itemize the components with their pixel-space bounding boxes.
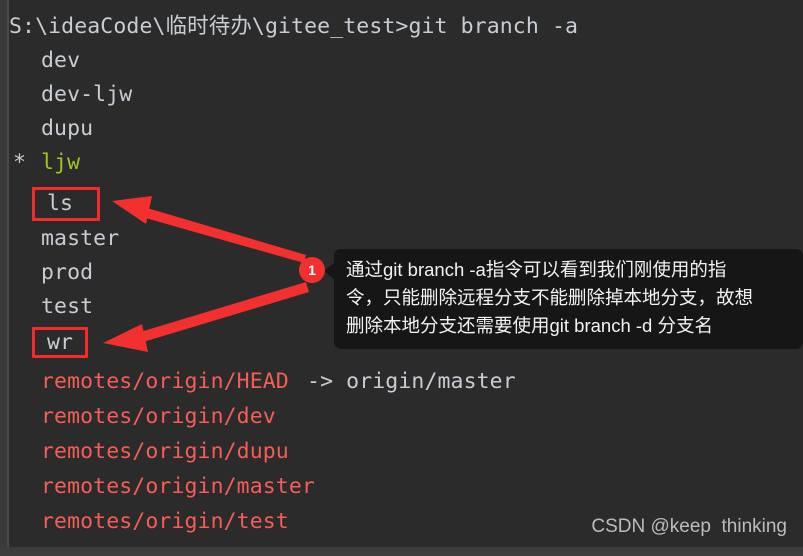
branch-name-master[interactable]: master <box>41 222 119 256</box>
window-left-gutter <box>0 0 7 556</box>
branch-name-dupu[interactable]: dupu <box>41 112 93 146</box>
remote-branch-test[interactable]: remotes/origin/test <box>41 505 289 539</box>
current-branch-marker: * <box>13 150 27 175</box>
arrow-to-wr <box>103 282 309 352</box>
tooltip-line-2: 令，只能删除远程分支不能删除掉本地分支，故想 <box>346 287 754 308</box>
highlight-box-ls <box>32 187 100 221</box>
terminal-window: S:\ideaCode\临时待办\gitee_test>git branch -… <box>0 0 803 556</box>
remote-branch-head[interactable]: remotes/origin/HEAD <box>41 365 289 399</box>
watermark: CSDN @keep thinking <box>591 516 787 537</box>
tooltip-line-1: 通过git branch -a指令可以看到我们刚使用的指 <box>346 259 727 280</box>
branch-name-dev-ljw[interactable]: dev-ljw <box>41 78 132 112</box>
remote-head-target: -> origin/master <box>294 369 516 394</box>
window-left-border <box>7 0 9 556</box>
remote-branch-master[interactable]: remotes/origin/master <box>41 470 315 504</box>
annotation-tooltip: 通过git branch -a指令可以看到我们刚使用的指 令，只能删除远程分支不… <box>334 249 803 349</box>
remote-branch-dupu[interactable]: remotes/origin/dupu <box>41 435 289 469</box>
window-bottom-bar <box>0 547 803 556</box>
branch-name-ljw[interactable]: ljw <box>41 146 80 180</box>
remote-branch-dev[interactable]: remotes/origin/dev <box>41 400 276 434</box>
prompt-line: S:\ideaCode\临时待办\gitee_test>git branch -… <box>9 14 579 39</box>
branch-name-test[interactable]: test <box>41 290 93 324</box>
branch-line-dev[interactable] <box>9 44 35 78</box>
branch-name-prod[interactable]: prod <box>41 256 93 290</box>
branch-name-dev[interactable]: dev <box>41 44 80 78</box>
annotation-badge-1[interactable]: 1 <box>299 257 325 283</box>
arrow-to-ls <box>112 196 306 263</box>
highlight-box-wr <box>32 327 88 358</box>
tooltip-line-3: 删除本地分支还需要使用git branch -d 分支名 <box>346 315 713 336</box>
